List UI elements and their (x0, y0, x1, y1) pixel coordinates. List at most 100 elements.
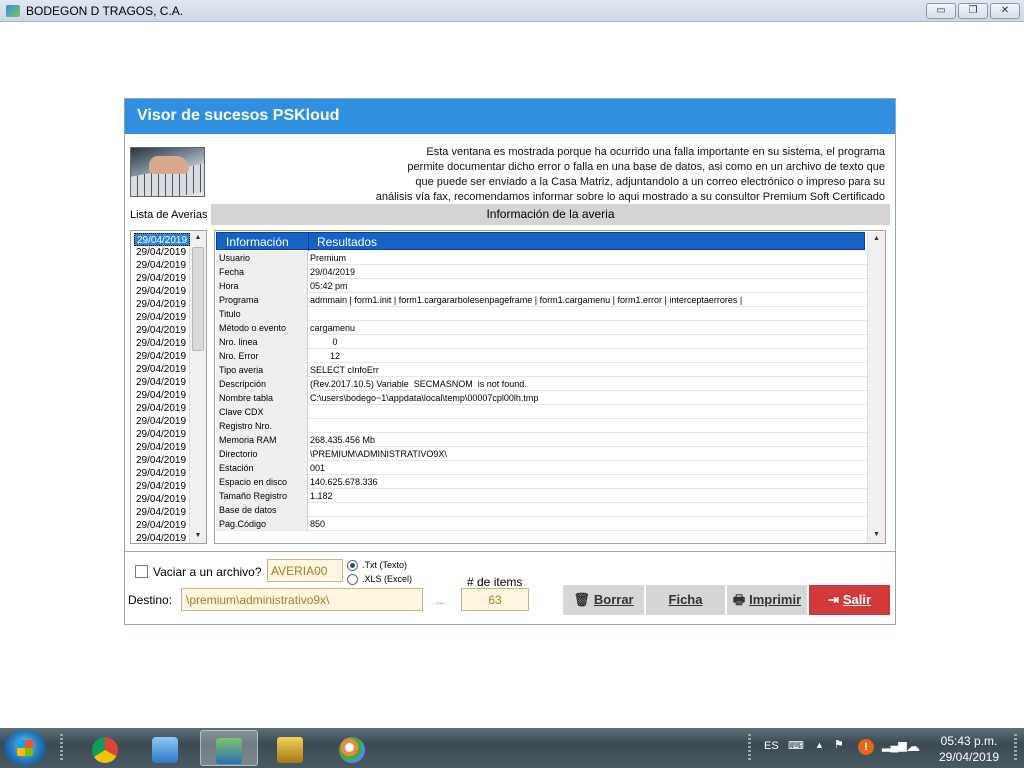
failure-list-item[interactable]: 29/04/2019 (134, 246, 188, 259)
failure-list-item[interactable]: 29/04/2019 (134, 493, 188, 506)
column-header-info[interactable]: Información (226, 235, 289, 249)
grid-row[interactable]: Nombre tabla C:\users\bodego~1\appdata\lo… (216, 391, 867, 405)
grid-row[interactable]: Registro Nro. (216, 419, 867, 433)
failure-list-item[interactable]: 29/04/2019 (134, 506, 188, 519)
failure-list-item[interactable]: 29/04/2019 (134, 324, 188, 337)
maximize-button[interactable]: ❐ (958, 3, 988, 19)
grid-row[interactable]: Descripción (Rev.2017.10.5) Variable SECM… (216, 377, 867, 391)
grid-row[interactable]: Nro. linea 0 (216, 335, 867, 349)
taskbar-paint[interactable] (324, 730, 382, 766)
failure-list-item[interactable]: 29/04/2019 (134, 350, 188, 363)
grid-row-value: 850 (310, 519, 326, 529)
failure-list-item[interactable]: 29/04/2019 (134, 233, 191, 246)
salir-button[interactable]: ⇥ Salir (809, 585, 890, 615)
ficha-label: Ficha (668, 592, 703, 607)
failure-list-item[interactable]: 29/04/2019 (134, 415, 188, 428)
grid-row[interactable]: Hora 05:42 pm (216, 279, 867, 293)
failure-list[interactable]: ▲ ▼ 29/04/2019 29/04/2019 29/04/2019 29/04/… (130, 230, 207, 544)
event-viewer-dialog: Visor de sucesos PSKloud Esta ventana es… (124, 98, 896, 625)
taskbar-coins-app[interactable] (262, 730, 320, 766)
start-button[interactable] (4, 730, 46, 766)
window-title: BODEGON D TRAGOS, C.A. (26, 4, 184, 18)
scroll-down-icon[interactable]: ▼ (868, 528, 885, 542)
browse-button[interactable]: ... (436, 596, 444, 607)
scroll-up-icon[interactable]: ▲ (868, 232, 885, 246)
grid-scrollbar[interactable]: ▲ ▼ (867, 232, 885, 543)
grid-row[interactable]: Estación 001 (216, 461, 867, 475)
flag-icon[interactable]: ⚑ (834, 738, 844, 751)
grid-row[interactable]: Pag.Código 850 (216, 517, 867, 531)
failure-list-item[interactable]: 29/04/2019 (134, 285, 188, 298)
column-header-results[interactable]: Resultados (317, 235, 377, 249)
radio-xls[interactable] (347, 574, 358, 585)
grid-row[interactable]: Directorio \PREMIUM\ADMINISTRATIVO9X\ (216, 447, 867, 461)
failure-list-item[interactable]: 29/04/2019 (134, 402, 188, 415)
grid-row-key: Hora (216, 279, 308, 293)
file-name-input[interactable]: AVERIA00 (267, 559, 343, 582)
grid-row-key: Espacio en disco (216, 475, 308, 489)
failure-list-item[interactable]: 29/04/2019 (134, 428, 188, 441)
radio-txt[interactable] (347, 560, 358, 571)
grid-row[interactable]: Usuario Premium (216, 251, 867, 265)
grid-row-key: Nombre tabla (216, 391, 308, 405)
grid-row-key: Fecha (216, 265, 308, 279)
grid-row[interactable]: Tipo averia SELECT cInfoErr (216, 363, 867, 377)
dialog-header: Visor de sucesos PSKloud (125, 99, 895, 134)
destino-input[interactable]: \premium\administrativo9x\ (181, 588, 423, 611)
ficha-button[interactable]: Ficha (646, 585, 725, 615)
clock-time: 05:43 p.m. (940, 734, 998, 748)
grid-row-key: Tamaño Registro (216, 489, 308, 503)
failure-list-item[interactable]: 29/04/2019 (134, 480, 188, 493)
cloud-icon[interactable]: ☁ (906, 738, 920, 755)
borrar-button[interactable]: 🗑 Borrar (563, 585, 644, 615)
grid-row[interactable]: Clave CDX (216, 405, 867, 419)
grid-row[interactable]: Tamaño Registro 1.182 (216, 489, 867, 503)
failure-list-item[interactable]: 29/04/2019 (134, 272, 188, 285)
grid-row[interactable]: Programa admmain | form1.init | form1.car… (216, 293, 867, 307)
grid-row-key: Titulo (216, 307, 308, 321)
grid-row[interactable]: Fecha 29/04/2019 (216, 265, 867, 279)
failure-list-item[interactable]: 29/04/2019 (134, 467, 188, 480)
failure-list-item[interactable]: 29/04/2019 (134, 441, 188, 454)
taskbar-premium-app[interactable] (200, 730, 258, 766)
list-scrollbar[interactable]: ▲ ▼ (189, 231, 206, 543)
taskbar-clock[interactable]: 05:43 p.m. 29/04/2019 (936, 733, 1002, 765)
grid-row[interactable]: Titulo (216, 307, 867, 321)
intro-line: que puede ser enviado a la Casa Matriz, … (415, 176, 885, 188)
scroll-down-icon[interactable]: ▼ (190, 529, 206, 543)
scroll-thumb[interactable] (192, 247, 204, 351)
grid-row[interactable]: Espacio en disco 140.625.678.336 (216, 475, 867, 489)
grid-row[interactable]: Nro. Error 12 (216, 349, 867, 363)
export-checkbox[interactable] (135, 565, 148, 578)
scroll-up-icon[interactable]: ▲ (190, 231, 206, 245)
failure-list-item[interactable]: 29/04/2019 (134, 532, 188, 543)
network-icon[interactable]: ▂▄▆ (882, 739, 907, 752)
grid-row-key: Programa (216, 293, 308, 307)
minimize-button[interactable]: ▭ (926, 3, 956, 19)
taskbar-chrome[interactable] (76, 730, 134, 766)
taskbar-media[interactable] (136, 730, 194, 766)
grid-row[interactable]: Método o evento cargamenu (216, 321, 867, 335)
app-icon (6, 5, 20, 17)
grid-row-value: Premium (310, 253, 347, 263)
close-button[interactable]: ✕ (990, 3, 1020, 19)
failure-list-item[interactable]: 29/04/2019 (134, 259, 188, 272)
failure-list-item[interactable]: 29/04/2019 (134, 363, 188, 376)
destino-label: Destino: (128, 593, 173, 607)
failure-list-item[interactable]: 29/04/2019 (134, 337, 188, 350)
failure-list-item[interactable]: 29/04/2019 (134, 376, 188, 389)
keyboard-icon[interactable]: ⌨ (788, 739, 804, 752)
failure-list-item[interactable]: 29/04/2019 (134, 389, 188, 402)
language-indicator[interactable]: ES (764, 740, 779, 752)
grid-row-key: Memoria RAM (216, 433, 308, 447)
grid-row[interactable]: Base de datos (216, 503, 867, 517)
show-hidden-icons-icon[interactable]: ▲ (815, 740, 824, 750)
imprimir-button[interactable]: 🖶 Imprimir (727, 585, 807, 615)
failure-list-item[interactable]: 29/04/2019 (134, 311, 188, 324)
failure-list-item[interactable]: 29/04/2019 (134, 454, 188, 467)
failure-list-item[interactable]: 29/04/2019 (134, 298, 188, 311)
warning-icon[interactable]: ! (858, 739, 874, 755)
grid-row-key: Método o evento (216, 321, 308, 335)
grid-row[interactable]: Memoria RAM 268.435.456 Mb (216, 433, 867, 447)
failure-list-item[interactable]: 29/04/2019 (134, 519, 188, 532)
